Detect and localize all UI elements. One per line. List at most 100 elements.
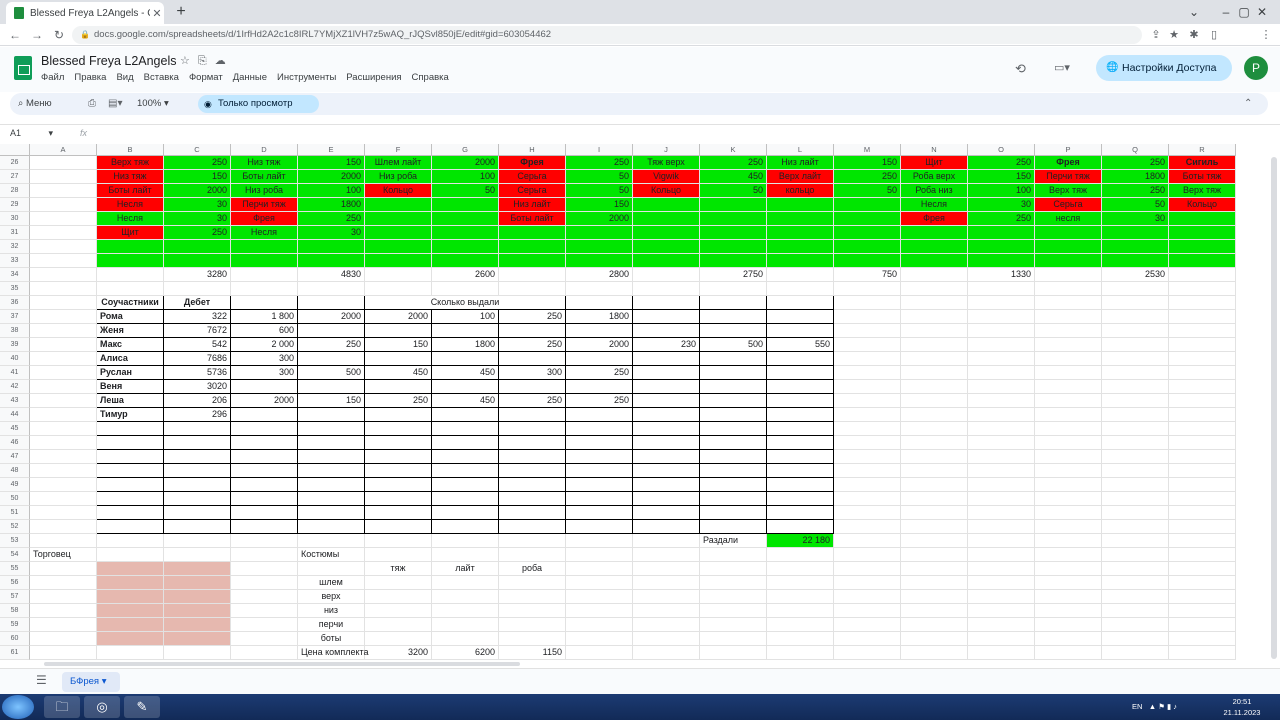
- cell-p51[interactable]: [1035, 506, 1102, 520]
- menu-tools[interactable]: Инструменты: [277, 72, 336, 83]
- cell-o42[interactable]: [968, 380, 1035, 394]
- cell-d34[interactable]: [231, 268, 298, 282]
- row-header-39[interactable]: 39: [0, 338, 30, 352]
- cell-p60[interactable]: [1035, 632, 1102, 646]
- app-icon[interactable]: ✎: [124, 696, 160, 718]
- cell-e41[interactable]: 500: [298, 366, 365, 380]
- cell-a57[interactable]: [30, 590, 97, 604]
- cell-b33[interactable]: [97, 254, 164, 268]
- cell-h60[interactable]: [499, 632, 566, 646]
- cell-p36[interactable]: [1035, 296, 1102, 310]
- cell-p40[interactable]: [1035, 352, 1102, 366]
- cell-h26[interactable]: Фрея: [499, 156, 566, 170]
- cell-n51[interactable]: [901, 506, 968, 520]
- cell-h46[interactable]: [499, 436, 566, 450]
- cell-h56[interactable]: [499, 576, 566, 590]
- cell-f34[interactable]: [365, 268, 432, 282]
- cell-h55[interactable]: роба: [499, 562, 566, 576]
- cell-a46[interactable]: [30, 436, 97, 450]
- cell-j29[interactable]: [633, 198, 700, 212]
- cell-j41[interactable]: [633, 366, 700, 380]
- cell-d48[interactable]: [231, 464, 298, 478]
- back-icon[interactable]: ←: [6, 26, 24, 44]
- cell-f54[interactable]: [365, 548, 432, 562]
- cell-q42[interactable]: [1102, 380, 1169, 394]
- cell-h42[interactable]: [499, 380, 566, 394]
- cell-r50[interactable]: [1169, 492, 1236, 506]
- cell-a59[interactable]: [30, 618, 97, 632]
- column-header-m[interactable]: M: [834, 144, 901, 156]
- cell-j49[interactable]: [633, 478, 700, 492]
- cell-m49[interactable]: [834, 478, 901, 492]
- cell-k55[interactable]: [700, 562, 767, 576]
- cell-d45[interactable]: [231, 422, 298, 436]
- cell-k45[interactable]: [700, 422, 767, 436]
- cell-r26[interactable]: Сигиль: [1169, 156, 1236, 170]
- cell-m58[interactable]: [834, 604, 901, 618]
- cell-q45[interactable]: [1102, 422, 1169, 436]
- cell-l37[interactable]: [767, 310, 834, 324]
- cell-g61[interactable]: 6200: [432, 646, 499, 660]
- cell-i54[interactable]: [566, 548, 633, 562]
- cell-o31[interactable]: [968, 226, 1035, 240]
- cell-n30[interactable]: Фрея: [901, 212, 968, 226]
- cell-f29[interactable]: [365, 198, 432, 212]
- zoom-select[interactable]: 100% ▾: [137, 93, 169, 115]
- account-avatar[interactable]: P: [1244, 56, 1268, 80]
- row-header-27[interactable]: 27: [0, 170, 30, 184]
- cell-m35[interactable]: [834, 282, 901, 296]
- column-header-q[interactable]: Q: [1102, 144, 1169, 156]
- cell-k47[interactable]: [700, 450, 767, 464]
- cell-e54[interactable]: Костюмы: [298, 548, 365, 562]
- cell-g54[interactable]: [432, 548, 499, 562]
- cell-b29[interactable]: Несля: [97, 198, 164, 212]
- cell-f51[interactable]: [365, 506, 432, 520]
- cell-r35[interactable]: [1169, 282, 1236, 296]
- column-header-p[interactable]: P: [1035, 144, 1102, 156]
- cell-a26[interactable]: [30, 156, 97, 170]
- cell-f36[interactable]: Сколько выдали: [365, 296, 566, 310]
- cell-l27[interactable]: Верх лайт: [767, 170, 834, 184]
- cell-l58[interactable]: [767, 604, 834, 618]
- cell-l53[interactable]: 22 180: [767, 534, 834, 548]
- cell-i31[interactable]: [566, 226, 633, 240]
- cell-o26[interactable]: 250: [968, 156, 1035, 170]
- spreadsheet-grid[interactable]: A B C D E F G H I J K L M N O P Q R 26 27 28 29 30 31 32 33 34 35 36…: [0, 144, 1280, 664]
- cell-p49[interactable]: [1035, 478, 1102, 492]
- cell-j33[interactable]: [633, 254, 700, 268]
- cell-g33[interactable]: [432, 254, 499, 268]
- cell-d37[interactable]: 1 800: [231, 310, 298, 324]
- cell-l61[interactable]: [767, 646, 834, 660]
- cell-r45[interactable]: [1169, 422, 1236, 436]
- cell-p31[interactable]: [1035, 226, 1102, 240]
- cell-r39[interactable]: [1169, 338, 1236, 352]
- cell-g39[interactable]: 1800: [432, 338, 499, 352]
- cell-c36[interactable]: Дебет: [164, 296, 231, 310]
- cell-r52[interactable]: [1169, 520, 1236, 534]
- cell-n45[interactable]: [901, 422, 968, 436]
- row-header-42[interactable]: 42: [0, 380, 30, 394]
- cell-d43[interactable]: 2000: [231, 394, 298, 408]
- column-header-j[interactable]: J: [633, 144, 700, 156]
- cell-c57[interactable]: [164, 590, 231, 604]
- cell-a61[interactable]: [30, 646, 97, 660]
- cell-k38[interactable]: [700, 324, 767, 338]
- cell-l38[interactable]: [767, 324, 834, 338]
- cell-n36[interactable]: [901, 296, 968, 310]
- cell-o60[interactable]: [968, 632, 1035, 646]
- cell-d39[interactable]: 2 000: [231, 338, 298, 352]
- cell-a54[interactable]: Торговец: [30, 548, 97, 562]
- cell-o35[interactable]: [968, 282, 1035, 296]
- cell-m57[interactable]: [834, 590, 901, 604]
- cell-c45[interactable]: [164, 422, 231, 436]
- cell-j48[interactable]: [633, 464, 700, 478]
- sheet-tab-active[interactable]: БФрея ▾: [62, 672, 120, 692]
- cell-b47[interactable]: [97, 450, 164, 464]
- cell-d61[interactable]: [231, 646, 298, 660]
- cell-d50[interactable]: [231, 492, 298, 506]
- cell-q36[interactable]: [1102, 296, 1169, 310]
- cell-f58[interactable]: [365, 604, 432, 618]
- cell-k39[interactable]: 500: [700, 338, 767, 352]
- cell-a28[interactable]: [30, 184, 97, 198]
- cell-g41[interactable]: 450: [432, 366, 499, 380]
